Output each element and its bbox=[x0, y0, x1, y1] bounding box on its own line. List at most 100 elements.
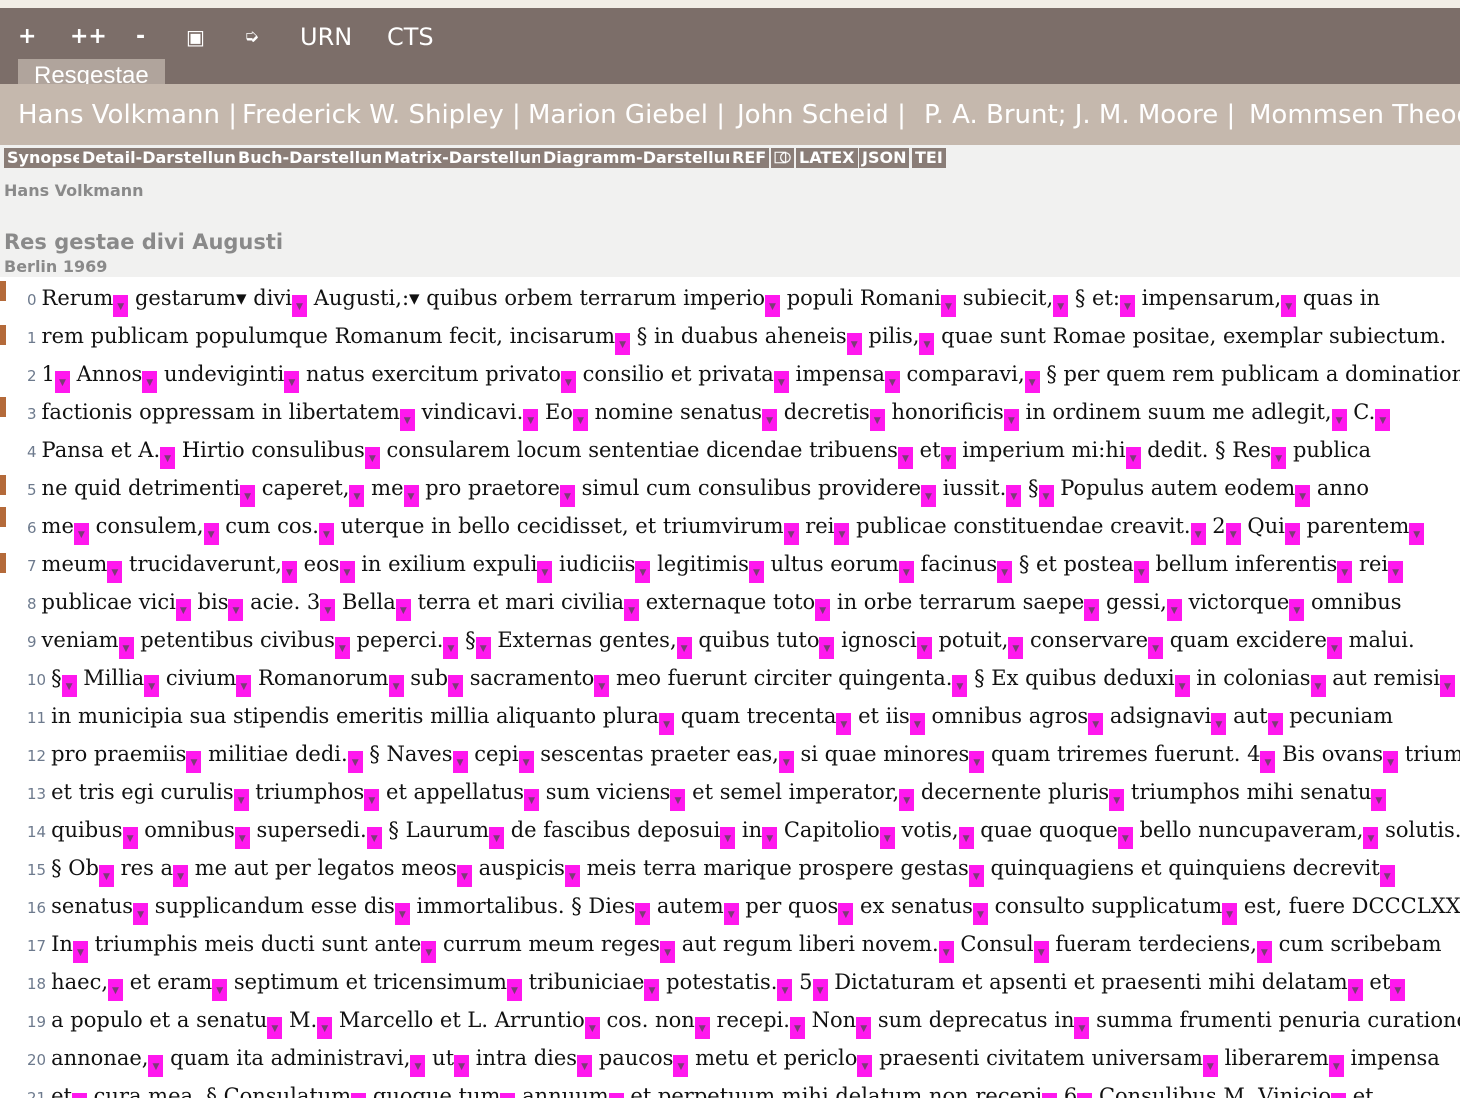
annotation-marker-icon[interactable]: ▼ bbox=[1024, 371, 1040, 393]
annotation-marker-icon[interactable]: ▼ bbox=[240, 485, 256, 507]
annotation-marker-icon[interactable]: ▼ bbox=[577, 1055, 593, 1077]
annotation-marker-icon[interactable]: ▼ bbox=[349, 485, 365, 507]
annotation-marker-icon[interactable]: ▼ bbox=[54, 371, 70, 393]
annotation-marker-icon[interactable]: ▼ bbox=[175, 599, 191, 621]
annotation-marker-icon[interactable]: ▼ bbox=[1133, 561, 1149, 583]
annotation-marker-icon[interactable]: ▼ bbox=[560, 371, 576, 393]
annotation-marker-icon[interactable]: ▼ bbox=[1042, 1093, 1058, 1098]
annotation-marker-icon[interactable]: ▼ bbox=[972, 903, 988, 925]
annotation-marker-icon[interactable]: ▼ bbox=[1375, 409, 1391, 431]
annotation-marker-icon[interactable]: ▼ bbox=[1347, 979, 1363, 1001]
annotation-marker-icon[interactable]: ▼ bbox=[670, 789, 686, 811]
translator-brunt-moore[interactable]: P. A. Brunt; J. M. Moore | bbox=[924, 98, 1235, 132]
annotation-marker-icon[interactable]: ▼ bbox=[594, 675, 610, 697]
annotation-marker-icon[interactable]: ▼ bbox=[173, 865, 189, 887]
annotation-marker-icon[interactable]: ▼ bbox=[958, 827, 974, 849]
annotation-marker-icon[interactable]: ▼ bbox=[879, 827, 895, 849]
annotation-marker-icon[interactable]: ▼ bbox=[1006, 485, 1022, 507]
annotation-marker-icon[interactable]: ▼ bbox=[236, 675, 252, 697]
annotation-marker-icon[interactable]: ▼ bbox=[1331, 409, 1347, 431]
annotation-marker-icon[interactable]: ▼ bbox=[1202, 1055, 1218, 1077]
annotation-marker-icon[interactable]: ▼ bbox=[339, 561, 355, 583]
annotation-marker-icon[interactable]: ▼ bbox=[281, 561, 297, 583]
annotation-marker-icon[interactable]: ▼ bbox=[584, 1017, 600, 1039]
arrow-icon[interactable]: ➭ bbox=[244, 22, 259, 52]
view-diagramm-button[interactable]: Diagramm-Darstellung bbox=[540, 148, 751, 168]
annotation-marker-icon[interactable]: ▼ bbox=[941, 295, 956, 317]
annotation-marker-icon[interactable]: ▼ bbox=[1271, 447, 1287, 469]
annotation-marker-icon[interactable]: ▼ bbox=[113, 295, 129, 317]
annotation-marker-icon[interactable]: ▼ bbox=[399, 409, 415, 431]
annotation-marker-icon[interactable]: ▼ bbox=[142, 371, 158, 393]
annotation-marker-icon[interactable]: ▼ bbox=[1331, 1093, 1347, 1098]
zoom-in-more-button[interactable]: ++ bbox=[70, 22, 107, 52]
annotation-marker-icon[interactable]: ▼ bbox=[212, 979, 228, 1001]
view-buch-button[interactable]: Buch-Darstellung bbox=[235, 148, 398, 168]
annotation-marker-icon[interactable]: ▼ bbox=[997, 561, 1013, 583]
annotation-marker-icon[interactable]: ▼ bbox=[940, 447, 956, 469]
annotation-marker-icon[interactable]: ▼ bbox=[347, 751, 363, 773]
annotation-marker-icon[interactable]: ▼ bbox=[518, 751, 534, 773]
cts-button[interactable]: CTS bbox=[387, 22, 434, 52]
annotation-marker-icon[interactable]: ▼ bbox=[1284, 523, 1300, 545]
annotation-marker-icon[interactable]: ▼ bbox=[537, 561, 553, 583]
json-button[interactable]: JSON bbox=[859, 148, 910, 168]
annotation-marker-icon[interactable]: ▼ bbox=[284, 371, 300, 393]
annotation-marker-icon[interactable]: ▼ bbox=[660, 941, 676, 963]
annotation-marker-icon[interactable]: ▼ bbox=[952, 675, 968, 697]
translator-volkmann[interactable]: Hans Volkmann | bbox=[18, 98, 237, 132]
annotation-marker-icon[interactable]: ▼ bbox=[334, 637, 350, 659]
annotation-marker-icon[interactable]: ▼ bbox=[856, 1017, 872, 1039]
annotation-marker-icon[interactable]: ▼ bbox=[1038, 485, 1054, 507]
annotation-marker-icon[interactable]: ▼ bbox=[909, 713, 925, 735]
translator-scheid[interactable]: John Scheid | bbox=[737, 98, 906, 132]
annotation-marker-icon[interactable]: ▼ bbox=[676, 637, 692, 659]
annotation-marker-icon[interactable]: ▼ bbox=[267, 1017, 283, 1039]
annotation-marker-icon[interactable]: ▼ bbox=[61, 675, 77, 697]
annotation-marker-icon[interactable]: ▼ bbox=[489, 827, 505, 849]
annotation-marker-icon[interactable]: ▼ bbox=[234, 827, 250, 849]
annotation-marker-icon[interactable]: ▼ bbox=[452, 751, 468, 773]
annotation-marker-icon[interactable]: ▼ bbox=[233, 789, 249, 811]
annotation-marker-icon[interactable]: ▼ bbox=[673, 1055, 689, 1077]
annotation-marker-icon[interactable]: ▼ bbox=[122, 827, 138, 849]
cite-icon[interactable]: ⎄ bbox=[771, 148, 794, 168]
annotation-marker-icon[interactable]: ▼ bbox=[834, 523, 850, 545]
annotation-marker-icon[interactable]: ▼ bbox=[969, 751, 985, 773]
tei-button[interactable]: TEI bbox=[912, 148, 946, 168]
annotation-marker-icon[interactable]: ▼ bbox=[394, 903, 410, 925]
annotation-marker-icon[interactable]: ▼ bbox=[1260, 751, 1276, 773]
annotation-marker-icon[interactable]: ▼ bbox=[615, 333, 631, 355]
annotation-marker-icon[interactable]: ▼ bbox=[608, 1093, 624, 1098]
annotation-marker-icon[interactable]: ▼ bbox=[118, 637, 134, 659]
annotation-marker-icon[interactable]: ▼ bbox=[72, 941, 88, 963]
annotation-marker-icon[interactable]: ▼ bbox=[773, 371, 789, 393]
annotation-marker-icon[interactable]: ▼ bbox=[857, 1055, 873, 1077]
annotation-marker-icon[interactable]: ▼ bbox=[1084, 599, 1100, 621]
annotation-marker-icon[interactable]: ▼ bbox=[1074, 1017, 1090, 1039]
view-detail-button[interactable]: Detail-Darstellung bbox=[79, 148, 251, 168]
translator-shipley[interactable]: Frederick W. Shipley | bbox=[242, 98, 521, 132]
annotation-marker-icon[interactable]: ▼ bbox=[812, 979, 828, 1001]
annotation-marker-icon[interactable]: ▼ bbox=[938, 941, 954, 963]
urn-button[interactable]: URN bbox=[300, 22, 352, 52]
annotation-marker-icon[interactable]: ▼ bbox=[659, 713, 675, 735]
annotation-marker-icon[interactable]: ▼ bbox=[778, 751, 794, 773]
view-matrix-button[interactable]: Matrix-Darstellung bbox=[381, 148, 557, 168]
annotation-marker-icon[interactable]: ▼ bbox=[318, 523, 334, 545]
annotation-marker-icon[interactable]: ▼ bbox=[98, 865, 114, 887]
annotation-marker-icon[interactable]: ▼ bbox=[1326, 637, 1342, 659]
annotation-marker-icon[interactable]: ▼ bbox=[186, 751, 202, 773]
annotation-marker-icon[interactable]: ▼ bbox=[762, 409, 778, 431]
annotation-marker-icon[interactable]: ▼ bbox=[624, 599, 640, 621]
annotation-marker-icon[interactable]: ▼ bbox=[921, 485, 936, 507]
annotation-marker-icon[interactable]: ▼ bbox=[1390, 979, 1406, 1001]
annotation-marker-icon[interactable]: ▼ bbox=[1328, 1055, 1344, 1077]
annotation-marker-icon[interactable]: ▼ bbox=[1109, 789, 1125, 811]
annotation-marker-icon[interactable]: ▼ bbox=[1281, 295, 1297, 317]
annotation-marker-icon[interactable]: ▼ bbox=[635, 561, 651, 583]
annotation-marker-icon[interactable]: ▼ bbox=[783, 523, 799, 545]
annotation-marker-icon[interactable]: ▼ bbox=[838, 903, 854, 925]
annotation-marker-icon[interactable]: ▼ bbox=[1222, 903, 1238, 925]
annotation-marker-icon[interactable]: ▼ bbox=[364, 447, 380, 469]
